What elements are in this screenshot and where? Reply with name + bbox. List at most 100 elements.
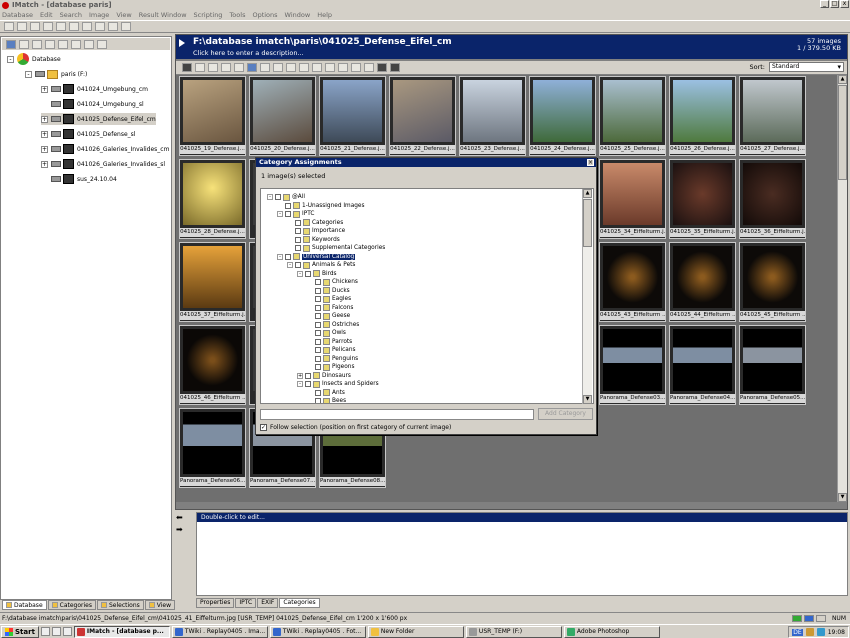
category-checkbox[interactable] — [285, 253, 291, 260]
tab-selections[interactable]: Selections — [96, 600, 144, 610]
category-checkbox[interactable] — [315, 321, 321, 328]
menu-options[interactable]: Options — [252, 11, 277, 19]
category-checkbox[interactable] — [315, 338, 321, 345]
thumbnail-scrollbar[interactable]: ▲ ▼ — [837, 75, 847, 502]
category-item[interactable]: Falcons — [307, 304, 353, 313]
scroll-down-icon[interactable]: ▼ — [838, 493, 847, 502]
category-item[interactable]: - IPTC — [277, 210, 314, 219]
add-category-button[interactable]: Add Category — [538, 408, 593, 420]
category-item[interactable]: Ostriches — [307, 321, 359, 330]
menu-edit[interactable]: Edit — [40, 11, 53, 19]
follow-selection-checkbox[interactable]: ✓ Follow selection (position on first ca… — [260, 424, 451, 431]
thumbnail[interactable]: Panorama_Defense05... — [739, 325, 806, 405]
arrow-right-icon[interactable] — [97, 39, 107, 49]
expand-toggle-icon[interactable]: + — [41, 130, 48, 138]
category-item[interactable]: Pelicans — [307, 346, 356, 355]
thumbnail[interactable]: 041025_34_Eiffelturm.j... — [599, 159, 666, 239]
menu-search[interactable]: Search — [60, 11, 82, 19]
thumbnail[interactable]: 041025_25_Defense.j... — [599, 76, 666, 156]
open-icon[interactable] — [17, 22, 27, 31]
explorer-icon[interactable] — [62, 627, 72, 636]
category-item[interactable]: Ants — [307, 389, 345, 398]
move-images-icon[interactable] — [338, 63, 348, 72]
category-checkbox[interactable] — [295, 245, 301, 252]
maximize-button[interactable]: □ — [830, 0, 839, 8]
copy-icon[interactable] — [43, 22, 53, 31]
thumbnail[interactable]: 041025_27_Defense.j... — [739, 76, 806, 156]
expand-toggle-icon[interactable]: - — [297, 381, 303, 388]
category-checkbox[interactable] — [315, 279, 321, 286]
close-button[interactable]: x — [840, 0, 849, 8]
category-item[interactable]: - Animals & Pets — [287, 261, 355, 270]
menu-tools[interactable]: Tools — [229, 11, 245, 19]
category-checkbox[interactable] — [315, 304, 321, 311]
start-button[interactable]: Start — [1, 625, 39, 638]
thumbnail[interactable]: 041025_20_Defense.j... — [249, 76, 316, 156]
category-item[interactable]: Chickens — [307, 278, 358, 287]
category-checkbox[interactable] — [305, 381, 311, 388]
expand-toggle-icon[interactable]: + — [41, 115, 48, 123]
language-indicator[interactable]: DE — [792, 628, 803, 636]
category-checkbox[interactable] — [315, 347, 321, 354]
menu-result-window[interactable]: Result Window — [139, 11, 187, 19]
category-checkbox[interactable] — [315, 330, 321, 337]
tree-root[interactable]: - Database — [7, 53, 61, 65]
category-checkbox[interactable] — [315, 313, 321, 320]
expand-toggle-icon[interactable]: - — [297, 270, 303, 277]
thumbnail[interactable]: 041025_37_Eiffelturm.j... — [179, 242, 246, 322]
tab-exif[interactable]: EXIF — [257, 598, 279, 608]
tree-tool-icon[interactable] — [6, 39, 16, 49]
scrollbar-thumb[interactable] — [838, 85, 847, 180]
exif-icon[interactable] — [390, 63, 400, 72]
scroll-down-icon[interactable]: ▼ — [583, 395, 592, 404]
category-item[interactable]: Penguins — [307, 355, 358, 364]
tree-item[interactable]: + 041026_Galeries_Invalides_cm — [41, 143, 169, 155]
expand-toggle-icon[interactable]: - — [277, 253, 283, 260]
category-item[interactable]: Bees — [307, 397, 346, 403]
category-checkbox[interactable] — [275, 194, 281, 201]
network-icon[interactable] — [816, 628, 825, 636]
edit-hint[interactable]: Double-click to edit... — [197, 513, 847, 522]
tree-item[interactable]: + 041025_Defense_sl — [41, 128, 135, 140]
thumbnail[interactable]: Panorama_Defense03... — [599, 325, 666, 405]
tree-item[interactable]: sus_24.10.04 — [41, 173, 117, 185]
menu-help[interactable]: Help — [317, 11, 332, 19]
folder-icon[interactable] — [71, 39, 81, 49]
script-icon[interactable] — [108, 22, 118, 31]
thumbnail[interactable]: 041025_24_Defense.j... — [529, 76, 596, 156]
thumbnail[interactable]: 041025_19_Defense.j... — [179, 76, 246, 156]
expand-toggle-icon[interactable]: + — [41, 160, 48, 168]
settings-icon[interactable] — [95, 22, 105, 31]
expand-icon[interactable] — [32, 39, 42, 49]
thumbnail[interactable]: 041025_45_Eiffelturm ... — [739, 242, 806, 322]
menu-database[interactable]: Database — [2, 11, 33, 19]
thumbnail[interactable]: 041025_23_Defense.j... — [459, 76, 526, 156]
tree-item-selected[interactable]: + 041025_Defense_Eifel_cm — [41, 113, 156, 125]
tab-properties[interactable]: Properties — [196, 598, 235, 608]
category-item[interactable]: Pigeons — [307, 363, 354, 372]
menu-window[interactable]: Window — [285, 11, 311, 19]
scrollbar-thumb[interactable] — [583, 199, 592, 247]
category-item[interactable]: Keywords — [287, 236, 340, 245]
tree-item[interactable]: 041024_Umgebung_sl — [41, 98, 144, 110]
tag-icon[interactable] — [299, 63, 309, 72]
category-checkbox[interactable] — [295, 228, 301, 235]
grid-large-icon[interactable] — [221, 63, 231, 72]
print-icon[interactable] — [69, 22, 79, 31]
tab-categories[interactable]: Categories — [47, 600, 96, 610]
thumbnail[interactable]: Panorama_Defense04... — [669, 325, 736, 405]
arrow-left-icon[interactable]: ⬅ — [176, 512, 194, 524]
filmstrip-icon[interactable] — [247, 63, 257, 72]
task-imatch[interactable]: IMatch - [database p... — [73, 625, 170, 638]
delete-icon[interactable] — [351, 63, 361, 72]
thumbnail[interactable]: 041025_21_Defense.j... — [319, 76, 386, 156]
category-checkbox[interactable] — [285, 202, 291, 209]
category-item[interactable]: Eagles — [307, 295, 351, 304]
tab-database[interactable]: Database — [2, 600, 47, 610]
new-icon[interactable] — [4, 22, 14, 31]
sort-dropdown[interactable]: Standard — [769, 62, 844, 72]
category-checkbox[interactable] — [295, 219, 301, 226]
iptc-icon[interactable] — [377, 63, 387, 72]
speaker-icon[interactable] — [805, 628, 814, 636]
thumbnail[interactable]: 041025_26_Defense.j... — [669, 76, 736, 156]
